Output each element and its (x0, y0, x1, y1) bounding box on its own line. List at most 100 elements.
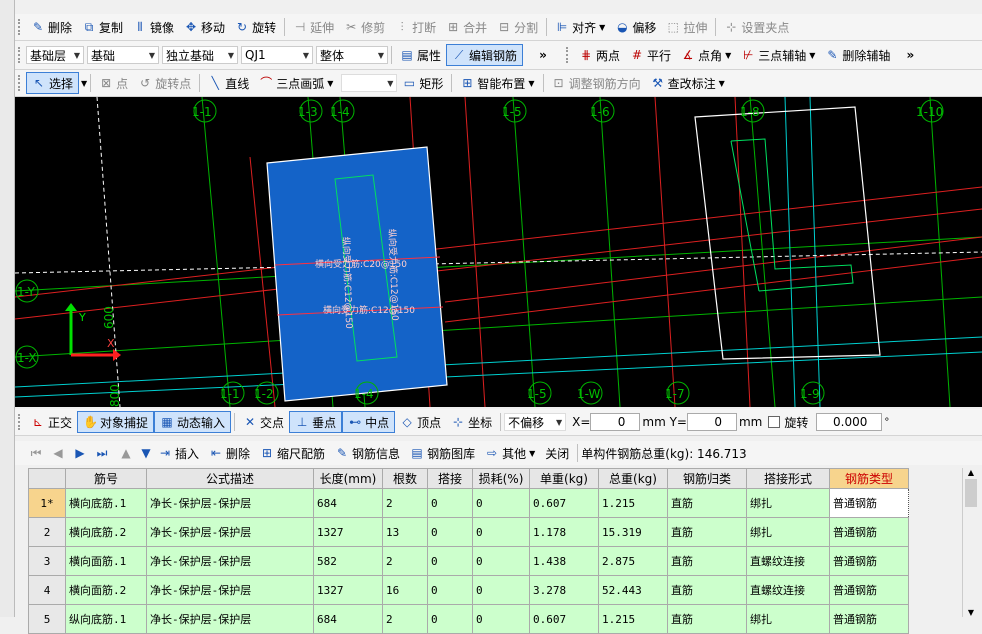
table-cell[interactable]: 2 (382, 604, 428, 634)
table-cell[interactable]: 0 (472, 488, 530, 518)
row-number[interactable]: 5 (28, 604, 66, 634)
table-cell[interactable]: 横向面筋.1 (65, 546, 147, 576)
table-cell[interactable]: 普通钢筋 (829, 604, 909, 634)
column-header[interactable]: 单重(kg) (529, 468, 599, 489)
table-cell[interactable]: 1.215 (598, 604, 668, 634)
column-header[interactable]: 长度(mm) (313, 468, 383, 489)
table-cell[interactable]: 直筋 (667, 517, 747, 547)
line-button[interactable]: ╲ 直线 (203, 73, 254, 93)
scroll-down-icon[interactable]: ▼ (963, 608, 979, 617)
dynamic-input-toggle[interactable]: ▦ 动态输入 (154, 411, 232, 433)
table-cell[interactable]: 净长-保护层-保护层 (146, 517, 314, 547)
point-angle-axis-button[interactable]: ∡ 点角 ▼ (676, 45, 736, 65)
column-header[interactable]: 根数 (382, 468, 428, 489)
table-cell[interactable]: 684 (313, 604, 383, 634)
three-point-axis-button[interactable]: ⊬ 三点辅轴 ▼ (736, 45, 820, 65)
move-down-icon[interactable]: ▼ (139, 446, 153, 460)
table-cell[interactable]: 0 (427, 575, 473, 605)
ortho-toggle[interactable]: ⊾ 正交 (26, 412, 77, 432)
arc-button[interactable]: ⌒ 三点画弧 ▼ (254, 73, 338, 93)
table-cell[interactable]: 横向面筋.2 (65, 575, 147, 605)
table-scrollbar[interactable]: ▲ ▼ (962, 468, 979, 617)
category-select[interactable]: 基础 ▼ (87, 46, 159, 64)
two-points-axis-button[interactable]: ⋕ 两点 (574, 45, 625, 65)
foundation-outline[interactable] (694, 106, 881, 360)
table-cell[interactable]: 1.178 (529, 517, 599, 547)
rotate-button[interactable]: ↻ 旋转 (230, 17, 281, 37)
set-grip-button[interactable]: ⊹ 设置夹点 (719, 17, 794, 37)
table-cell[interactable]: 1.438 (529, 546, 599, 576)
table-cell[interactable]: 52.443 (598, 575, 668, 605)
table-cell[interactable]: 3.278 (529, 575, 599, 605)
move-button[interactable]: ✥ 移动 (179, 17, 230, 37)
table-cell[interactable]: 直筋 (667, 546, 747, 576)
table-cell[interactable]: 0.607 (529, 488, 599, 518)
toolbar-grip[interactable] (18, 47, 23, 63)
mirror-button[interactable]: ⫴ 镜像 (128, 17, 179, 37)
table-cell[interactable]: 1.215 (598, 488, 668, 518)
dropdown-arrow-icon[interactable]: ▼ (81, 79, 87, 88)
rebar-library-button[interactable]: ▤ 钢筋图库 (405, 443, 480, 463)
intersection-snap[interactable]: ✕ 交点 (238, 412, 289, 432)
object-snap-toggle[interactable]: ✋ 对象捕捉 (77, 411, 155, 433)
cad-drawing[interactable]: 横向受力筋:C20@150 横向受力筋:C12@150 纵向受力筋:C12@15… (15, 97, 982, 407)
table-cell[interactable]: 普通钢筋 (829, 517, 909, 547)
table-cell[interactable]: 0 (427, 546, 473, 576)
select-button[interactable]: ↖ 选择 (26, 72, 80, 94)
break-button[interactable]: ⫶ 打断 (390, 17, 441, 37)
layer-select[interactable]: 基础层 ▼ (26, 46, 84, 64)
column-header[interactable]: 总重(kg) (598, 468, 668, 489)
split-button[interactable]: ⊟ 分割 (492, 17, 543, 37)
table-cell[interactable]: 0 (427, 604, 473, 634)
rotate-point-button[interactable]: ↺ 旋转点 (133, 73, 196, 93)
stretch-button[interactable]: ⬚ 拉伸 (661, 17, 712, 37)
extend-button[interactable]: ⊣ 延伸 (288, 17, 339, 37)
vertex-snap[interactable]: ◇ 顶点 (395, 412, 446, 432)
table-row[interactable]: 1* 横向底筋.1 净长-保护层-保护层 684 2 0 0 0.607 1.215 直筋 绑扎 普通… (28, 488, 909, 518)
table-cell[interactable]: 净长-保护层-保护层 (146, 575, 314, 605)
merge-button[interactable]: ⊞ 合并 (441, 17, 492, 37)
column-header[interactable]: 钢筋类型 (829, 468, 909, 489)
table-cell[interactable]: 0 (427, 517, 473, 547)
row-number[interactable]: 1* (28, 488, 66, 518)
table-cell[interactable]: 0.607 (529, 604, 599, 634)
table-cell[interactable]: 1327 (313, 517, 383, 547)
parallel-axis-button[interactable]: # 平行 (625, 45, 676, 65)
table-row[interactable]: 4 横向面筋.2 净长-保护层-保护层 1327 16 0 0 3.278 52.443 直筋 直螺… (28, 575, 909, 605)
table-cell[interactable]: 15.319 (598, 517, 668, 547)
table-cell[interactable]: 普通钢筋 (829, 488, 909, 518)
first-record-icon[interactable]: ⏮ (29, 446, 43, 460)
overflow-chevron-icon[interactable]: » (523, 48, 563, 62)
column-header[interactable]: 钢筋归类 (667, 468, 747, 489)
toolbar-grip[interactable] (18, 414, 23, 430)
rotate-checkbox[interactable] (768, 416, 781, 428)
toolbar-grip[interactable] (566, 47, 571, 63)
y-input[interactable]: 0 (686, 413, 737, 431)
table-row[interactable]: 3 横向面筋.1 净长-保护层-保护层 582 2 0 0 1.438 2.875 直筋 直螺纹连接… (28, 546, 909, 576)
delete-axis-button[interactable]: ✎ 删除辅轴 (820, 45, 895, 65)
table-cell[interactable]: 绑扎 (746, 604, 830, 634)
align-button[interactable]: ⊫ 对齐 ▼ (550, 17, 610, 37)
part-select[interactable]: 整体 ▼ (316, 46, 388, 64)
column-header[interactable]: 搭接 (427, 468, 473, 489)
edit-rebar-button[interactable]: ⟋ 编辑钢筋 (446, 44, 524, 66)
table-cell[interactable]: 2 (382, 488, 428, 518)
table-cell[interactable]: 净长-保护层-保护层 (146, 546, 314, 576)
insert-button[interactable]: ⇥ 插入 (153, 443, 204, 463)
midpoint-snap[interactable]: ⊷ 中点 (342, 411, 396, 433)
table-cell[interactable]: 直筋 (667, 604, 747, 634)
table-cell[interactable]: 横向底筋.1 (65, 488, 147, 518)
table-cell[interactable]: 直螺纹连接 (746, 546, 830, 576)
toolbar-grip[interactable] (18, 19, 23, 35)
table-cell[interactable]: 普通钢筋 (829, 575, 909, 605)
type-select[interactable]: 独立基础 ▼ (162, 46, 238, 64)
table-cell[interactable]: 0 (427, 488, 473, 518)
point-button[interactable]: ⊠ 点 (94, 73, 133, 93)
table-cell[interactable]: 0 (472, 575, 530, 605)
table-cell[interactable]: 582 (313, 546, 383, 576)
column-header[interactable]: 公式描述 (146, 468, 314, 489)
offset-select[interactable]: 不偏移 ▼ (504, 413, 567, 431)
table-cell[interactable]: 纵向底筋.1 (65, 604, 147, 634)
column-header[interactable]: 损耗(%) (472, 468, 530, 489)
table-cell[interactable]: 0 (472, 517, 530, 547)
